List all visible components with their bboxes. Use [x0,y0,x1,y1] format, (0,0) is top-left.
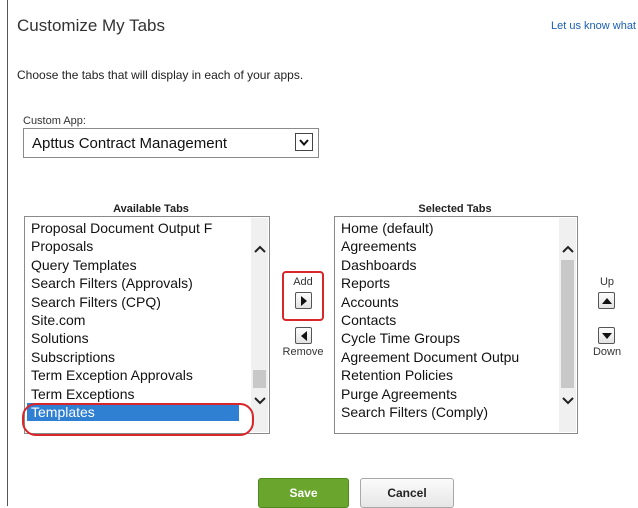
left-border [7,0,8,506]
list-item[interactable]: Accounts [341,293,519,311]
list-item[interactable]: Dashboards [341,256,519,274]
list-item[interactable]: Term Exception Approvals [31,366,239,384]
list-item[interactable]: Contacts [341,311,519,329]
remove-label: Remove [282,346,324,358]
list-item[interactable]: Subscriptions [31,348,239,366]
list-item[interactable]: Agreements [341,237,519,255]
scroll-down-icon[interactable] [251,392,268,409]
list-item[interactable]: Term Exceptions [31,385,239,403]
arrow-right-icon [300,295,307,306]
remove-button[interactable] [295,327,312,344]
page-title: Customize My Tabs [17,16,166,35]
custom-app-value: Apttus Contract Management [32,135,228,152]
list-item[interactable]: Reports [341,274,519,292]
scroll-down-icon[interactable] [559,392,576,409]
arrow-up-icon [601,297,612,304]
add-button[interactable] [295,292,312,309]
highlight-templates [22,403,254,436]
available-tabs-list[interactable]: Proposal Document Output F Proposals Que… [24,216,270,434]
scroll-thumb[interactable] [253,370,266,388]
list-item[interactable]: Agreement Document Outpu [341,348,519,366]
custom-app-label: Custom App: [23,115,86,127]
scroll-up-icon[interactable] [559,240,576,257]
scroll-thumb[interactable] [561,260,574,388]
list-item[interactable]: Search Filters (Approvals) [31,274,239,292]
chevron-down-icon[interactable] [295,133,313,151]
list-item[interactable]: Query Templates [31,256,239,274]
list-item[interactable]: Proposal Document Output F [31,219,239,237]
available-tabs-scrollbar[interactable] [251,218,268,432]
scroll-up-icon[interactable] [251,240,268,257]
page-description: Choose the tabs that will display in eac… [17,68,304,82]
move-down-button[interactable] [598,327,615,344]
selected-tabs-list[interactable]: Home (default) Agreements Dashboards Rep… [334,216,578,434]
down-label: Down [592,346,622,358]
list-item[interactable]: Purge Agreements [341,385,519,403]
list-item[interactable]: Home (default) [341,219,519,237]
list-item[interactable]: Search Filters (Comply) [341,403,519,421]
list-item[interactable]: Cycle Time Groups [341,329,519,347]
selected-tabs-heading: Selected Tabs [418,203,492,215]
arrow-left-icon [300,330,307,341]
selected-tabs-scrollbar[interactable] [559,218,576,432]
arrow-down-icon [601,332,612,339]
list-item[interactable]: Solutions [31,329,239,347]
list-item[interactable]: Proposals [31,237,239,255]
cancel-button[interactable]: Cancel [360,478,454,508]
save-button[interactable]: Save [258,478,349,508]
custom-app-select[interactable]: Apttus Contract Management [23,128,319,158]
list-item[interactable]: Site.com [31,311,239,329]
move-up-button[interactable] [598,292,615,309]
list-item[interactable]: Retention Policies [341,366,519,384]
add-label: Add [293,276,313,288]
up-label: Up [599,276,615,288]
available-tabs-heading: Available Tabs [113,203,189,215]
feedback-link[interactable]: Let us know what [551,20,636,32]
list-item[interactable]: Search Filters (CPQ) [31,293,239,311]
